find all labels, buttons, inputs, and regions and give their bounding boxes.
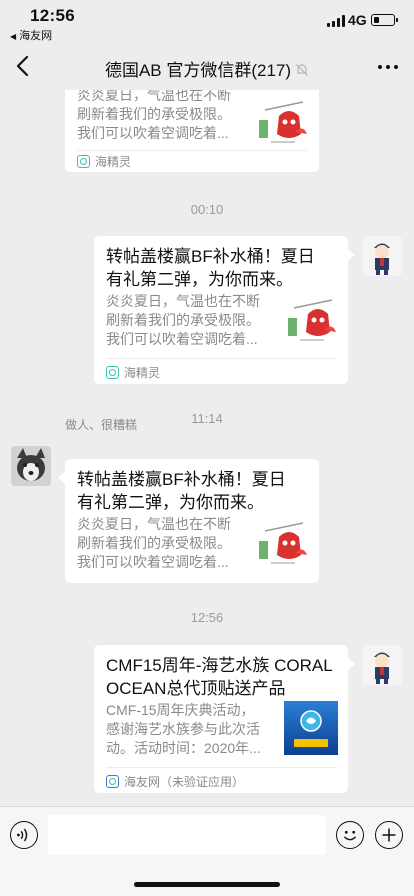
voice-input-icon[interactable] xyxy=(10,821,38,849)
card-source-label: 海精灵 xyxy=(124,366,161,380)
timestamp: 11:14 xyxy=(191,411,223,426)
bubble-tail xyxy=(58,472,65,484)
desc-line: 我们可以吹着空调吃着... xyxy=(106,331,258,347)
battery-icon xyxy=(371,14,398,26)
signal-icon xyxy=(327,15,345,27)
link-card[interactable]: CMF15周年-海艺水族 CORAL OCEAN总代顶贴送产品 CMF-15周年… xyxy=(94,645,355,793)
card-source: 海精灵 xyxy=(77,153,131,170)
message-input[interactable] xyxy=(48,815,326,855)
event-poster-thumbnail xyxy=(284,701,338,755)
network-type: 4G xyxy=(348,12,367,28)
desc-line: 炎炎夏日，气温也在不断 xyxy=(106,293,260,309)
home-indicator[interactable] xyxy=(134,882,280,887)
card-description: CMF-15周年庆典活动， 感谢海艺水族参与此次活 动。活动时间：2020年..… xyxy=(106,701,266,758)
own-avatar[interactable] xyxy=(362,236,402,276)
mini-program-icon xyxy=(106,366,119,379)
sender-name: 做人、很糟糕 xyxy=(65,418,138,432)
back-to-app-link[interactable]: ◀ 海友网 xyxy=(10,27,52,43)
more-functions-plus-icon[interactable] xyxy=(375,821,403,849)
card-source: 海友网（未验证应用） xyxy=(106,773,244,790)
chat-title-text: 德国AB 官方微信群(217) xyxy=(104,61,292,80)
card-description: 炎炎夏日，气温也在不断 刷新着我们的承受极限。 我们可以吹着空调吃着... xyxy=(77,515,237,572)
card-source-label: 海精灵 xyxy=(95,155,132,169)
desc-line: 刷新着我们的承受极限。 xyxy=(77,535,231,551)
card-source-label: 海友网（未验证应用） xyxy=(124,775,245,789)
fire-extinguisher-thumbnail xyxy=(259,101,307,143)
timestamp: 00:10 xyxy=(190,202,224,217)
card-description: 炎炎夏日，气温也在不断 刷新着我们的承受极限。 我们可以吹着空调吃着... xyxy=(77,90,237,143)
card-source: 海精灵 xyxy=(106,364,160,381)
link-card[interactable]: 炎炎夏日，气温也在不断 刷新着我们的承受极限。 我们可以吹着空调吃着... 海精… xyxy=(65,90,319,172)
back-app-label: 海友网 xyxy=(19,30,53,42)
more-options-icon[interactable] xyxy=(376,56,400,76)
own-avatar[interactable] xyxy=(362,645,402,685)
app-source-icon xyxy=(106,775,119,788)
desc-line: 刷新着我们的承受极限。 xyxy=(106,312,260,328)
mute-bell-icon xyxy=(296,64,308,76)
desc-line: 我们可以吹着空调吃着... xyxy=(77,554,229,570)
title-line: 有礼第二弹，为你而来。 xyxy=(77,493,264,512)
bubble-tail xyxy=(348,249,355,261)
timestamp: 12:56 xyxy=(190,610,224,625)
title-line: 转帖盖楼赢BF补水桶！夏日 xyxy=(77,470,286,489)
bubble-tail xyxy=(348,658,355,670)
title-line: 转帖盖楼赢BF补水桶！夏日 xyxy=(106,247,315,266)
status-bar: 12:56 ◀ 海友网 4G xyxy=(0,0,414,44)
desc-line: 动。活动时间：2020年... xyxy=(106,740,261,756)
desc-line: 刷新着我们的承受极限。 xyxy=(77,106,231,122)
title-line: OCEAN总代顶贴送产品 xyxy=(106,679,286,698)
back-triangle-icon: ◀ xyxy=(10,32,17,41)
fire-extinguisher-thumbnail xyxy=(288,299,336,341)
chat-title: 德国AB 官方微信群(217) xyxy=(0,56,414,81)
chat-header: 德国AB 官方微信群(217) xyxy=(0,44,414,90)
card-title: 转帖盖楼赢BF补水桶！夏日 有礼第二弹，为你而来。 xyxy=(77,468,307,514)
emoji-icon[interactable] xyxy=(336,821,364,849)
chat-messages[interactable]: 炎炎夏日，气温也在不断 刷新着我们的承受极限。 我们可以吹着空调吃着... 海精… xyxy=(0,90,414,806)
desc-line: 我们可以吹着空调吃着... xyxy=(77,125,229,141)
link-card[interactable]: 转帖盖楼赢BF补水桶！夏日 有礼第二弹，为你而来。 炎炎夏日，气温也在不断 刷新… xyxy=(94,236,355,384)
title-line: 有礼第二弹，为你而来。 xyxy=(106,270,293,289)
status-time: 12:56 xyxy=(30,6,75,25)
desc-line: 炎炎夏日，气温也在不断 xyxy=(77,90,231,103)
card-title: 转帖盖楼赢BF补水桶！夏日 有礼第二弹，为你而来。 xyxy=(106,245,336,291)
card-title: CMF15周年-海艺水族 CORAL OCEAN总代顶贴送产品 xyxy=(106,654,336,700)
mini-program-icon xyxy=(77,155,90,168)
desc-line: 感谢海艺水族参与此次活 xyxy=(106,721,260,737)
card-description: 炎炎夏日，气温也在不断 刷新着我们的承受极限。 我们可以吹着空调吃着... xyxy=(106,292,266,349)
title-line: CMF15周年-海艺水族 CORAL xyxy=(106,656,333,675)
link-card[interactable]: 转帖盖楼赢BF补水桶！夏日 有礼第二弹，为你而来。 炎炎夏日，气温也在不断 刷新… xyxy=(58,459,319,583)
desc-line: 炎炎夏日，气温也在不断 xyxy=(77,516,231,532)
fire-extinguisher-thumbnail xyxy=(259,522,307,564)
sender-avatar[interactable] xyxy=(11,446,51,486)
desc-line: CMF-15周年庆典活动， xyxy=(106,702,255,718)
